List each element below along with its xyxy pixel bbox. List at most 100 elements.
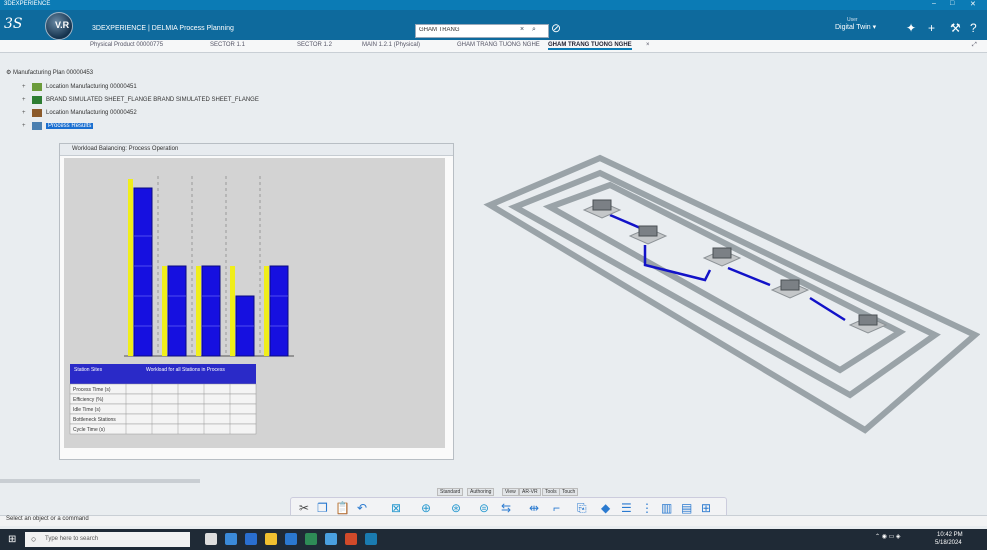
path-icon[interactable]: ⌐ [553, 501, 560, 515]
bar-takt-time[interactable] [128, 179, 133, 356]
app-icon[interactable] [305, 533, 317, 545]
structure-tree: ⚙ Manufacturing Plan 00000453 + Location… [0, 53, 259, 138]
measure-icon[interactable]: ⊠ [391, 501, 401, 515]
bar-workload[interactable] [201, 265, 221, 357]
search-input[interactable] [416, 25, 522, 35]
tree-item[interactable]: BRAND SIMULATED SHEET_FLANGE BRAND SIMUL… [46, 97, 259, 103]
search-icon[interactable]: ⌕ [532, 26, 536, 34]
bar-workload[interactable] [269, 265, 289, 357]
close-icon[interactable]: ✕ [970, 0, 976, 8]
station-machine[interactable] [638, 225, 658, 237]
list-icon[interactable]: ☰ [621, 501, 632, 515]
browser-icon[interactable] [225, 533, 237, 545]
store-icon[interactable] [285, 533, 297, 545]
bar-takt-time[interactable] [264, 266, 269, 356]
expand-icon[interactable]: + [22, 97, 28, 103]
minimize-icon[interactable]: – [932, 0, 936, 7]
tab-sector-1-2[interactable]: SECTOR 1.2 [297, 42, 332, 48]
3d-viewport[interactable] [470, 70, 980, 470]
chrome-icon[interactable] [345, 533, 357, 545]
chart-window-header: Workload Balancing: Process Operation [60, 144, 453, 156]
insert-icon[interactable]: ⇹ [529, 501, 539, 515]
cut-icon[interactable]: ✂ [299, 501, 309, 515]
tab-authoring[interactable]: Authoring [467, 488, 495, 496]
tab-main[interactable]: MAIN 1.2.1 (Physical) [362, 42, 420, 48]
location-icon [32, 83, 42, 91]
station-machine[interactable] [780, 279, 800, 291]
table-row-label: Efficiency (%) [73, 397, 104, 403]
app-brand: 3DEXPERIENCE | DELMIA Process Planning [92, 25, 234, 32]
horizontal-scrollbar[interactable] [0, 479, 200, 483]
add-icon[interactable]: + [928, 21, 935, 35]
station-machine[interactable] [592, 199, 612, 211]
compass-letter: V.R [55, 20, 70, 30]
expand-icon[interactable]: + [22, 84, 28, 90]
compass-icon[interactable]: V.R [45, 12, 73, 40]
station-machine[interactable] [858, 314, 878, 326]
bar-takt-time[interactable] [230, 266, 235, 356]
system-tray: ⌃ ◉ ▭ ◈ 10:42 PM 5/18/2024 [875, 532, 963, 546]
tray-icons[interactable]: ⌃ ◉ ▭ ◈ [875, 534, 901, 540]
dassault-logo-icon: 3S [4, 16, 23, 32]
clear-icon[interactable]: × [520, 26, 524, 33]
tab-touch[interactable]: Touch [559, 488, 579, 496]
report-icon[interactable]: ⊞ [701, 501, 711, 515]
station-machine[interactable] [712, 247, 732, 259]
balance-icon[interactable]: ▤ [681, 501, 692, 515]
windows-start-icon[interactable]: ⊞ [8, 534, 18, 545]
status-text: Select an object or a command [6, 516, 89, 522]
flow-icon[interactable]: ⎘ [577, 501, 587, 516]
tools-icon[interactable]: ⚒ [950, 21, 961, 35]
analysis-icon[interactable]: ⊛ [451, 501, 461, 515]
tab-physical-product[interactable]: Physical Product 00000775 [90, 42, 163, 48]
chart-window-title: Workload Balancing: Process Operation [72, 146, 179, 152]
share-icon[interactable]: ✦ [906, 21, 916, 35]
sequence-icon[interactable]: ⋮ [641, 501, 653, 515]
table-header-label: Station Sites [74, 367, 103, 373]
conveyor-icon[interactable]: ⇆ [501, 501, 511, 515]
link-icon[interactable]: ⊜ [479, 501, 489, 515]
paste-icon[interactable]: 📋 [335, 501, 350, 515]
task-view-icon[interactable] [205, 533, 217, 545]
bar-workload[interactable] [133, 187, 153, 357]
search-box[interactable]: × ⌕ [415, 24, 549, 38]
tab-tools[interactable]: Tools [542, 488, 560, 496]
clock-date: 5/18/2024 [935, 540, 962, 546]
user-menu[interactable]: User Digital Twin ▾ [835, 17, 876, 31]
tab-standard[interactable]: Standard [437, 488, 464, 496]
chart-area: Station Sites Workload for all Stations i… [64, 158, 445, 448]
tab-gham-trang-2[interactable]: GHAM TRANG TUONG NGHE [548, 42, 632, 50]
explorer-icon[interactable] [265, 533, 277, 545]
tree-root[interactable]: ⚙ Manufacturing Plan 00000453 [6, 69, 93, 76]
part-icon [32, 96, 42, 104]
bar-takt-time[interactable] [162, 266, 167, 356]
expand-icon[interactable]: + [22, 123, 28, 129]
copy-icon[interactable]: ❐ [317, 501, 328, 515]
tab-view[interactable]: View [502, 488, 519, 496]
compass-tool-icon[interactable]: ⊕ [421, 501, 431, 515]
expand-icon[interactable]: ⤢ [972, 42, 977, 49]
maximize-icon[interactable]: □ [950, 0, 954, 7]
workload-chart: Station Sites Workload for all Stations i… [69, 176, 294, 435]
tree-item-selected[interactable]: Process Results [46, 123, 94, 129]
taskbar-search[interactable]: ○ Type here to search [25, 532, 190, 547]
tree-item[interactable]: Location Manufacturing 00000452 [46, 110, 137, 116]
resource-icon[interactable]: ◆ [601, 501, 610, 515]
help-icon[interactable]: ? [970, 21, 977, 35]
location-icon [32, 109, 42, 117]
tree-item[interactable]: Location Manufacturing 00000451 [46, 84, 137, 90]
tab-ar-vr[interactable]: AR-VR [519, 488, 541, 496]
bar-workload[interactable] [167, 265, 187, 357]
table-row-label: Process Time (s) [73, 387, 111, 393]
catia-icon[interactable] [365, 533, 377, 545]
bar-takt-time[interactable] [196, 266, 201, 356]
mail-icon[interactable] [325, 533, 337, 545]
edge-icon[interactable] [245, 533, 257, 545]
expand-icon[interactable]: + [22, 110, 28, 116]
tab-sector-1-1[interactable]: SECTOR 1.1 [210, 42, 245, 48]
undo-icon[interactable]: ↶ [357, 501, 367, 515]
tab-gham-trang-1[interactable]: GHAM TRANG TUONG NGHE [457, 42, 540, 48]
chart-icon[interactable]: ▥ [661, 501, 672, 515]
tag-icon[interactable]: ⊘ [551, 21, 561, 35]
tab-close-icon[interactable]: × [646, 42, 650, 48]
